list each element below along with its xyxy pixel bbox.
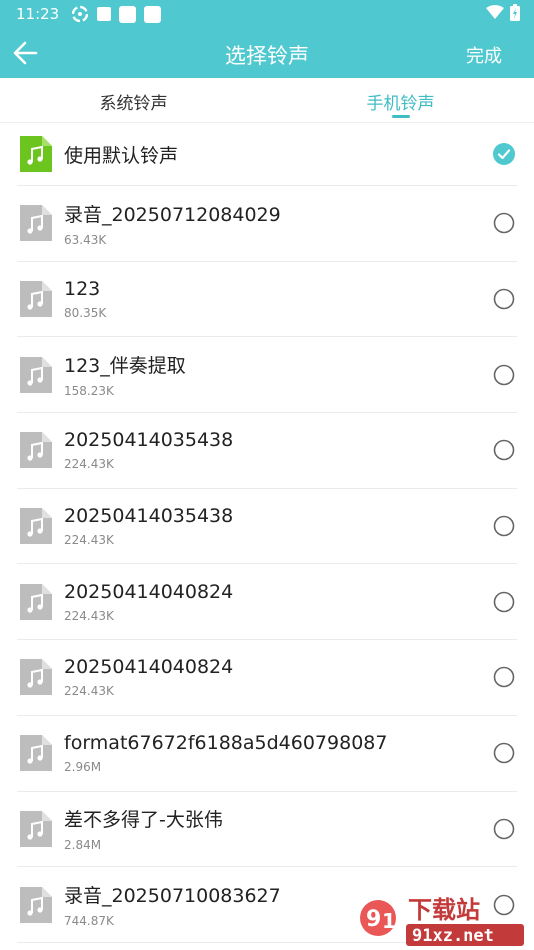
status-time: 11:23 [16,5,60,23]
svg-text:9: 9 [366,907,381,932]
checked-radio-icon[interactable] [493,143,515,165]
row-texts: 差不多得了-大张伟 2.84M [64,805,493,852]
tab-label: 系统铃声 [99,94,168,114]
ringtone-row[interactable]: 20250414035438 224.43K [17,489,517,565]
ringtone-row[interactable]: 差不多得了-大张伟 2.84M [17,792,517,868]
ringtone-row[interactable]: 123_伴奏提取 158.23K [17,337,517,414]
ringtone-name: 123_伴奏提取 [64,355,186,378]
row-texts: format67672f6188a5d460798087 2.96M [64,732,493,774]
wifi-icon [486,5,504,23]
ringtone-size: 2.96M [64,760,102,775]
ringtone-row[interactable]: 录音_20250712084029 63.43K [17,186,517,262]
watermark-text: 下载站 [408,896,480,924]
notification-square-icon-2 [144,5,162,23]
ringtone-row[interactable]: 20250414035438 224.43K [17,413,517,489]
music-file-icon [20,886,52,923]
radio-unchecked-icon[interactable] [493,288,515,310]
music-file-icon [20,281,52,318]
radio-unchecked-icon[interactable] [493,364,515,386]
radio-unchecked-icon[interactable] [493,742,515,764]
music-file-icon [20,735,52,772]
music-file-icon [20,659,52,696]
ringtone-name: 使用默认铃声 [64,144,179,167]
music-file-icon [20,205,52,242]
ringtone-row[interactable]: format67672f6188a5d460798087 2.96M [17,716,517,792]
ringtone-size: 224.43K [64,533,114,548]
ringtone-row[interactable]: 20250414040824 224.43K [17,564,517,641]
back-arrow-icon[interactable] [12,40,40,66]
ringtone-name: 20250414035438 [64,429,234,452]
row-texts: 录音_20250712084029 63.43K [64,200,493,247]
status-bar: 11:23 [0,0,534,28]
ringtone-name: format67672f6188a5d460798087 [64,732,388,755]
ringtone-size: 63.43K [64,232,107,247]
tab-label: 手机铃声 [366,94,435,114]
ringtone-size: 80.35K [64,306,107,321]
tab-phone-ringtones[interactable]: 手机铃声 [267,78,534,122]
radio-unchecked-icon[interactable] [493,212,515,234]
sync-icon [71,5,89,23]
row-texts: 20250414040824 224.43K [64,656,493,698]
row-texts: 20250414040824 224.43K [64,581,493,623]
ringtone-size: 158.23K [64,384,114,399]
radio-unchecked-icon[interactable] [493,591,515,613]
ringtone-size: 224.43K [64,684,114,699]
ringtone-size: 2.84M [64,838,102,853]
ringtone-name: 录音_20250712084029 [64,203,281,226]
watermark-logo: 9 1 下载站 91xz.net [360,896,524,946]
music-file-icon [20,583,52,620]
radio-unchecked-icon[interactable] [493,818,515,840]
a-notification-icon [97,7,112,21]
tab-bar: 系统铃声 手机铃声 [0,78,534,123]
radio-unchecked-icon[interactable] [493,439,515,461]
ringtone-list: 使用默认铃声 录音_20250712084029 63.43K 123 80.3… [0,123,534,943]
ringtone-name: 20250414035438 [64,505,234,528]
notification-square-icon [119,5,137,23]
svg-text:1: 1 [382,909,396,933]
music-file-icon [20,356,52,393]
tab-active-indicator [391,115,410,118]
tab-system-ringtones[interactable]: 系统铃声 [0,78,267,122]
app-bar: 选择铃声 完成 [0,28,534,78]
ringtone-size: 224.43K [64,457,114,472]
row-texts: 20250414035438 224.43K [64,505,493,547]
music-file-icon [20,432,52,469]
row-texts: 123 80.35K [64,278,493,320]
watermark-url: 91xz.net [412,926,494,946]
music-file-icon [20,508,52,545]
ringtone-name: 20250414040824 [64,580,234,603]
done-button[interactable]: 完成 [466,42,502,68]
ringtone-name: 123 [64,278,101,301]
ringtone-name: 20250414040824 [64,656,234,679]
radio-unchecked-icon[interactable] [493,515,515,537]
music-file-green-icon [20,136,52,172]
row-texts: 使用默认铃声 [64,141,493,168]
row-texts: 123_伴奏提取 158.23K [64,351,493,398]
page-title: 选择铃声 [225,44,309,68]
default-ringtone-row[interactable]: 使用默认铃声 [17,123,517,186]
music-file-icon [20,810,52,847]
radio-unchecked-icon[interactable] [493,666,515,688]
ringtone-row[interactable]: 123 80.35K [17,262,517,338]
ringtone-name: 差不多得了-大张伟 [64,809,223,832]
row-texts: 20250414035438 224.43K [64,429,493,471]
battery-icon [510,3,520,25]
ringtone-row[interactable]: 20250414040824 224.43K [17,640,517,716]
ringtone-size: 224.43K [64,608,114,623]
